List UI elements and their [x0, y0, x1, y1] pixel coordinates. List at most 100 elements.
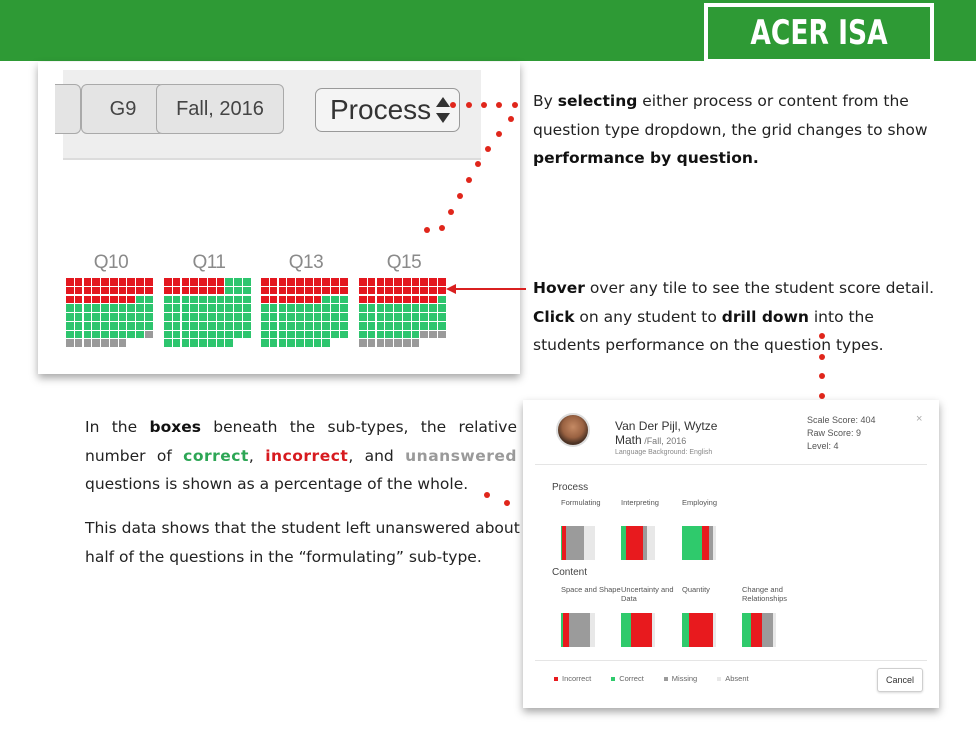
tile-correct[interactable] — [109, 330, 118, 339]
tile-correct[interactable] — [145, 321, 153, 330]
tile-correct[interactable] — [243, 313, 251, 321]
tile-incorrect[interactable] — [101, 278, 109, 286]
tile-correct[interactable] — [287, 330, 295, 339]
tile-correct[interactable] — [322, 304, 331, 312]
tile-correct[interactable] — [429, 313, 437, 321]
tile-correct[interactable] — [296, 330, 304, 339]
tile-correct[interactable] — [216, 304, 225, 312]
tile-incorrect[interactable] — [385, 286, 393, 295]
tile-correct[interactable] — [402, 321, 411, 330]
tile-correct[interactable] — [269, 313, 278, 321]
tile-correct[interactable] — [207, 339, 216, 348]
tile-correct[interactable] — [322, 330, 331, 339]
tile-incorrect[interactable] — [402, 295, 411, 304]
tile-unanswered[interactable] — [376, 339, 385, 348]
tile-correct[interactable] — [172, 321, 181, 330]
tile-unanswered[interactable] — [429, 330, 437, 339]
tile-correct[interactable] — [190, 304, 198, 312]
tile-correct[interactable] — [207, 330, 216, 339]
tile-incorrect[interactable] — [359, 278, 367, 286]
tile-incorrect[interactable] — [304, 295, 313, 304]
tile-incorrect[interactable] — [66, 295, 74, 304]
tile-incorrect[interactable] — [199, 278, 207, 286]
tile-incorrect[interactable] — [340, 278, 348, 286]
tile-correct[interactable] — [261, 339, 269, 348]
tile-correct[interactable] — [243, 286, 251, 295]
tile-correct[interactable] — [216, 295, 225, 304]
tile-unanswered[interactable] — [385, 339, 393, 348]
tile-unanswered[interactable] — [74, 339, 83, 348]
tile-incorrect[interactable] — [74, 278, 83, 286]
tile-correct[interactable] — [172, 304, 181, 312]
tile-incorrect[interactable] — [127, 278, 136, 286]
tile-correct[interactable] — [296, 313, 304, 321]
tile-correct[interactable] — [225, 286, 234, 295]
previous-filter-button[interactable] — [55, 84, 81, 134]
tile-incorrect[interactable] — [164, 286, 172, 295]
tile-incorrect[interactable] — [296, 295, 304, 304]
tile-incorrect[interactable] — [359, 286, 367, 295]
tile-incorrect[interactable] — [92, 278, 100, 286]
tile-correct[interactable] — [66, 313, 74, 321]
tile-correct[interactable] — [234, 295, 242, 304]
tile-correct[interactable] — [181, 321, 190, 330]
tile-correct[interactable] — [74, 304, 83, 312]
tile-correct[interactable] — [296, 339, 304, 348]
tile-correct[interactable] — [199, 295, 207, 304]
tile-incorrect[interactable] — [83, 295, 92, 304]
tile-correct[interactable] — [243, 278, 251, 286]
tile-incorrect[interactable] — [101, 295, 109, 304]
tile-correct[interactable] — [172, 330, 181, 339]
tile-correct[interactable] — [127, 321, 136, 330]
tile-correct[interactable] — [376, 330, 385, 339]
tile-correct[interactable] — [127, 313, 136, 321]
tile-incorrect[interactable] — [322, 278, 331, 286]
tile-correct[interactable] — [164, 295, 172, 304]
process-subtype-bar[interactable] — [561, 526, 595, 560]
tile-correct[interactable] — [402, 330, 411, 339]
tile-incorrect[interactable] — [261, 286, 269, 295]
tile-correct[interactable] — [438, 321, 446, 330]
tile-incorrect[interactable] — [296, 286, 304, 295]
tile-correct[interactable] — [313, 304, 322, 312]
tile-correct[interactable] — [83, 330, 92, 339]
tile-correct[interactable] — [261, 330, 269, 339]
tile-correct[interactable] — [243, 321, 251, 330]
tile-correct[interactable] — [269, 304, 278, 312]
tile-correct[interactable] — [376, 304, 385, 312]
tile-correct[interactable] — [101, 321, 109, 330]
cancel-button[interactable]: Cancel — [877, 668, 923, 692]
tile-correct[interactable] — [296, 321, 304, 330]
tile-correct[interactable] — [322, 321, 331, 330]
tile-correct[interactable] — [118, 304, 127, 312]
tile-correct[interactable] — [367, 330, 376, 339]
tile-incorrect[interactable] — [136, 286, 144, 295]
tile-incorrect[interactable] — [322, 286, 331, 295]
tile-correct[interactable] — [207, 313, 216, 321]
tile-correct[interactable] — [234, 286, 242, 295]
tile-correct[interactable] — [181, 313, 190, 321]
tile-correct[interactable] — [331, 321, 339, 330]
tile-incorrect[interactable] — [207, 278, 216, 286]
tile-correct[interactable] — [359, 330, 367, 339]
tile-correct[interactable] — [164, 330, 172, 339]
tile-correct[interactable] — [234, 313, 242, 321]
tile-incorrect[interactable] — [269, 295, 278, 304]
tile-incorrect[interactable] — [190, 286, 198, 295]
tile-incorrect[interactable] — [394, 278, 402, 286]
tile-incorrect[interactable] — [207, 286, 216, 295]
tile-correct[interactable] — [234, 321, 242, 330]
tile-incorrect[interactable] — [83, 278, 92, 286]
tile-correct[interactable] — [83, 321, 92, 330]
tile-correct[interactable] — [367, 321, 376, 330]
tile-correct[interactable] — [181, 295, 190, 304]
tile-correct[interactable] — [385, 330, 393, 339]
tile-correct[interactable] — [83, 304, 92, 312]
tile-incorrect[interactable] — [367, 286, 376, 295]
tile-correct[interactable] — [438, 304, 446, 312]
tile-incorrect[interactable] — [278, 295, 287, 304]
tile-incorrect[interactable] — [118, 278, 127, 286]
tile-incorrect[interactable] — [109, 278, 118, 286]
tile-correct[interactable] — [207, 304, 216, 312]
content-subtype-bar[interactable] — [621, 613, 655, 647]
